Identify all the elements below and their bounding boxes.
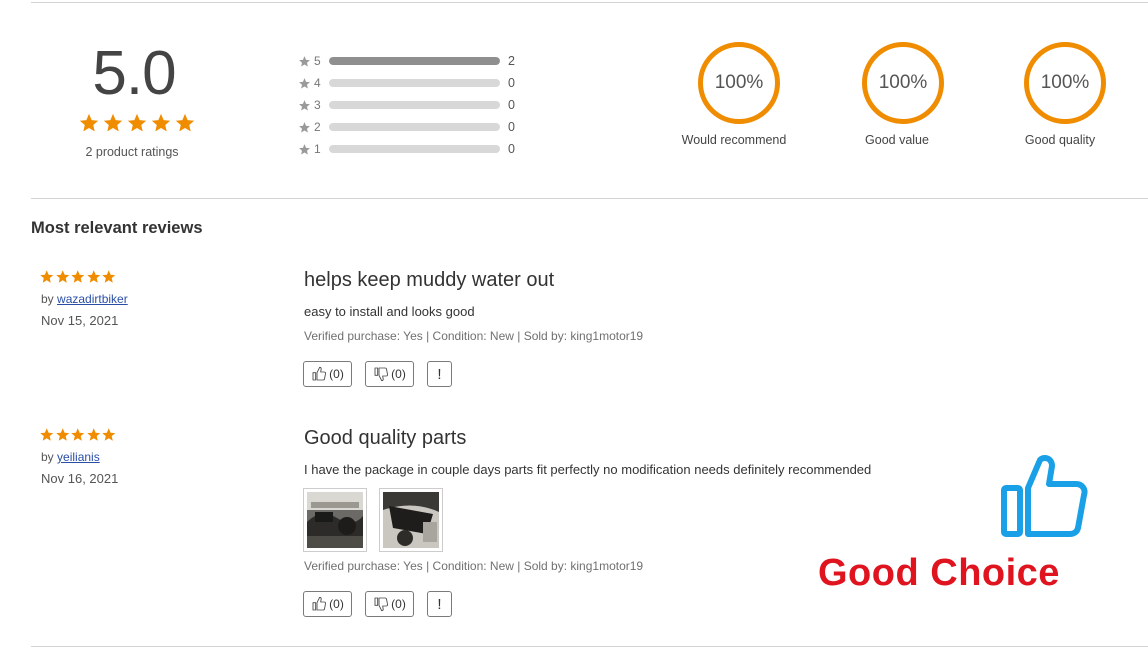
- report-button[interactable]: !: [427, 591, 452, 617]
- star-icon: [55, 270, 69, 283]
- star-icon: [102, 270, 116, 283]
- review-body: easy to install and looks good: [304, 304, 475, 319]
- star-icon: [299, 99, 310, 110]
- histogram-row: 30: [298, 94, 528, 116]
- review-author: by yeilianis: [41, 450, 100, 464]
- author-link[interactable]: wazadirtbiker: [57, 292, 128, 306]
- histogram-row: 40: [298, 72, 528, 94]
- star-icon: [86, 270, 100, 283]
- thumbs-down-icon: [374, 597, 389, 612]
- attribute-ring-quality: 100%: [1024, 42, 1106, 124]
- histogram-row: 20: [298, 116, 528, 138]
- attribute-ring-recommend: 100%: [698, 42, 780, 124]
- attribute-percent: 100%: [714, 72, 764, 93]
- histogram-bar-fill: [329, 57, 500, 65]
- review-meta: Verified purchase: Yes | Condition: New …: [304, 559, 644, 573]
- helpful-button[interactable]: (0): [303, 591, 352, 617]
- star-icon: [86, 428, 100, 441]
- histogram-row: 10: [298, 138, 528, 160]
- star-icon: [102, 428, 116, 441]
- review-photo-thumbnail[interactable]: [379, 488, 443, 552]
- histogram-level: 5: [314, 54, 321, 68]
- review-photo: [307, 492, 363, 548]
- by-prefix: by: [41, 450, 54, 464]
- star-icon: [71, 428, 85, 441]
- star-icon: [299, 121, 310, 132]
- ratings-count: 2 product ratings: [85, 145, 179, 159]
- review-date: Nov 16, 2021: [41, 471, 119, 486]
- review-title: helps keep muddy water out: [304, 269, 555, 291]
- average-rating: 5.0: [92, 39, 176, 108]
- helpful-count: (0): [329, 597, 344, 611]
- review-meta: Verified purchase: Yes | Condition: New …: [304, 329, 644, 343]
- histogram-level: 3: [314, 98, 321, 112]
- star-icon: [127, 113, 147, 132]
- summary-divider: [31, 198, 1148, 199]
- histogram-bar: [329, 101, 500, 109]
- star-icon: [71, 270, 85, 283]
- rating-histogram: 5240302010: [298, 50, 528, 160]
- review-title: Good quality parts: [304, 427, 467, 449]
- histogram-bar: [329, 123, 500, 131]
- histogram-bar: [329, 57, 500, 65]
- top-divider: [31, 2, 1148, 3]
- review-photo: [383, 492, 439, 548]
- star-icon: [40, 270, 54, 283]
- thumbs-up-icon: [312, 596, 327, 611]
- histogram-level: 1: [314, 142, 321, 156]
- review-body: I have the package in couple days parts …: [304, 462, 872, 477]
- attribute-percent: 100%: [878, 72, 928, 93]
- promo-text: Good Choice: [818, 552, 1060, 594]
- histogram-bar: [329, 79, 500, 87]
- attribute-percent: 100%: [1040, 72, 1090, 93]
- unhelpful-button[interactable]: (0): [365, 591, 414, 617]
- review-date: Nov 15, 2021: [41, 313, 119, 328]
- attribute-label: Would recommend: [681, 133, 787, 147]
- star-icon: [40, 428, 54, 441]
- review-stars: [39, 427, 117, 443]
- helpful-count: (0): [329, 367, 344, 381]
- histogram-count: 0: [508, 76, 515, 90]
- thumbs-up-icon: [312, 366, 327, 381]
- unhelpful-count: (0): [391, 367, 406, 381]
- author-link[interactable]: yeilianis: [57, 450, 100, 464]
- star-icon: [299, 55, 310, 66]
- attribute-label: Good value: [865, 133, 929, 147]
- histogram-count: 0: [508, 98, 515, 112]
- unhelpful-button[interactable]: (0): [365, 361, 414, 387]
- by-prefix: by: [41, 292, 54, 306]
- thumbs-down-icon: [374, 367, 389, 382]
- review-stars: [39, 269, 117, 285]
- histogram-bar: [329, 145, 500, 153]
- report-button[interactable]: !: [427, 361, 452, 387]
- unhelpful-count: (0): [391, 597, 406, 611]
- star-icon: [175, 113, 195, 132]
- star-icon: [79, 113, 99, 132]
- histogram-level: 2: [314, 120, 321, 134]
- thumbs-up-icon: [1001, 455, 1088, 537]
- average-stars: [78, 112, 196, 134]
- histogram-count: 0: [508, 120, 515, 134]
- histogram-count: 0: [508, 142, 515, 156]
- review-author: by wazadirtbiker: [41, 292, 128, 306]
- bottom-divider: [31, 646, 1148, 647]
- attribute-label: Good quality: [1024, 133, 1096, 147]
- star-icon: [299, 143, 310, 154]
- star-icon: [55, 428, 69, 441]
- star-icon: [151, 113, 171, 132]
- histogram-count: 2: [508, 54, 515, 68]
- histogram-row: 52: [298, 50, 528, 72]
- review-photo-thumbnail[interactable]: [303, 488, 367, 552]
- attribute-ring-value: 100%: [862, 42, 944, 124]
- star-icon: [103, 113, 123, 132]
- reviews-heading: Most relevant reviews: [31, 219, 203, 237]
- histogram-level: 4: [314, 76, 321, 90]
- helpful-button[interactable]: (0): [303, 361, 352, 387]
- star-icon: [299, 77, 310, 88]
